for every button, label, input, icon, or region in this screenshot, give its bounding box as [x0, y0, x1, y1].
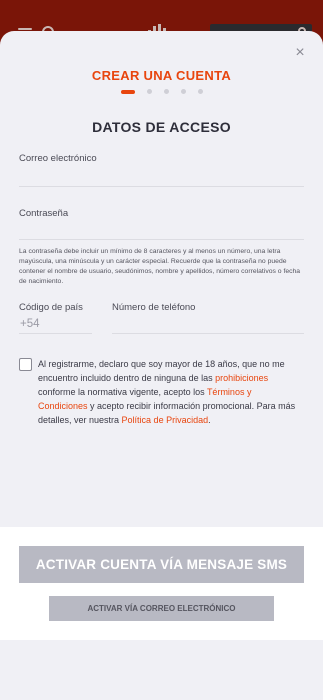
country-code-label: Código de país	[19, 302, 83, 313]
prohibiciones-link[interactable]: prohibiciones	[215, 373, 268, 383]
country-code-underline	[19, 333, 92, 334]
step-dot-2	[147, 89, 152, 94]
password-label: Contraseña	[19, 208, 69, 219]
terms-text-part: .	[208, 415, 211, 425]
country-code-input[interactable]: +54	[20, 318, 40, 330]
modal-title: CREAR UNA CUENTA	[91, 68, 232, 83]
step-indicator	[121, 89, 203, 94]
password-field[interactable]	[19, 239, 304, 240]
phone-label: Número de teléfono	[112, 302, 196, 313]
actions-panel: ACTIVAR CUENTA VÍA MENSAJE SMS ACTIVAR V…	[0, 527, 323, 640]
activate-sms-button[interactable]: ACTIVAR CUENTA VÍA MENSAJE SMS	[19, 546, 304, 583]
close-icon[interactable]: ×	[293, 45, 307, 61]
section-title: DATOS DE ACCESO	[92, 119, 231, 135]
activate-email-button[interactable]: ACTIVAR VÍA CORREO ELECTRÓNICO	[49, 596, 274, 621]
terms-checkbox[interactable]	[19, 358, 32, 371]
step-dot-4	[181, 89, 186, 94]
privacy-policy-link[interactable]: Política de Privacidad	[122, 415, 209, 425]
step-dot-3	[164, 89, 169, 94]
email-field[interactable]	[19, 186, 304, 187]
step-dot-5	[198, 89, 203, 94]
step-dot-1	[121, 89, 135, 94]
terms-text-part: conforme la normativa vigente, acepto lo…	[38, 387, 207, 397]
email-label: Correo electrónico	[19, 153, 97, 164]
phone-field[interactable]	[112, 333, 304, 334]
password-help-text: La contraseña debe incluir un mínimo de …	[19, 248, 301, 285]
terms-text: Al registrarme, declaro que soy mayor de…	[38, 357, 300, 427]
